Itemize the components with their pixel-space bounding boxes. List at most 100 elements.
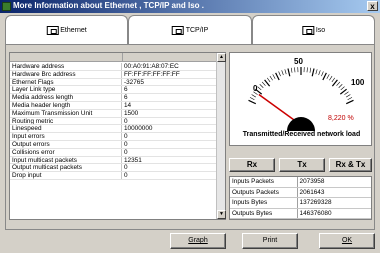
gauge-tick: [290, 67, 293, 73]
property-name: Linespeed: [10, 125, 122, 133]
table-row[interactable]: Maximum Transmission Unit 1500: [10, 109, 217, 118]
ok-button[interactable]: OK: [319, 233, 375, 249]
gauge-tick: [257, 86, 262, 91]
property-value: 0: [124, 133, 128, 140]
table-row[interactable]: Drop input 0: [10, 172, 217, 180]
graph-button-label: Graph: [188, 237, 208, 244]
property-value: 6: [124, 86, 128, 94]
property-name: Output multicast packets: [10, 164, 122, 172]
property-value: 0: [124, 140, 128, 148]
gauge-tick: [344, 91, 349, 95]
network-card-icon: [301, 26, 314, 35]
gauge-tick: [281, 70, 284, 76]
gauge-value: 8,220 %: [328, 115, 354, 122]
table-row[interactable]: Hardware address 00:A0:91:A8:07:EC: [10, 63, 217, 71]
ethernet-properties-table[interactable]: Hardware address 00:A0:91:A8:07:EC Hardwar…: [9, 52, 226, 220]
close-button[interactable]: x: [367, 1, 378, 11]
property-name: Ethernet Flags: [10, 78, 122, 86]
app-icon: [2, 2, 11, 11]
gauge-tick: [266, 77, 271, 83]
gauge-caption: Transmitted/Received network load: [242, 131, 361, 138]
gauge-tick: [272, 74, 276, 79]
scroll-down-button[interactable]: ▼: [217, 210, 226, 219]
property-value: 0: [124, 117, 128, 125]
gauge-tick: [278, 71, 281, 77]
column-header-name[interactable]: [10, 53, 123, 62]
table-row[interactable]: Linespeed 10000000: [10, 125, 217, 134]
gauge-tick: [269, 75, 273, 81]
print-button[interactable]: Print: [242, 233, 298, 249]
table-row[interactable]: Hardware Brc address FF:FF:FF:FF:FF:FF: [10, 70, 217, 79]
gauge-hub: [287, 117, 315, 131]
property-name: Maximum Transmission Unit: [10, 109, 122, 117]
property-name: Hardware address: [10, 63, 122, 70]
gauge-tick: [329, 75, 333, 81]
property-name: Hardware Brc address: [10, 70, 122, 78]
table-scrollbar[interactable]: ▲ ▼: [216, 53, 226, 219]
property-name: Collisions error: [10, 148, 122, 156]
property-value: 1500: [124, 109, 139, 117]
table-row[interactable]: Output errors 0: [10, 140, 217, 149]
table-body: Hardware address 00:A0:91:A8:07:EC Hardwar…: [10, 63, 217, 180]
stat-label: Inputs Packets: [230, 177, 298, 187]
gauge-tick: [284, 69, 287, 75]
table-row[interactable]: Routing metric 0: [10, 117, 217, 126]
table-row[interactable]: Media header length 14: [10, 101, 217, 110]
property-name: Media header length: [10, 101, 122, 109]
property-name: Media address length: [10, 94, 122, 101]
gauge-tick: [259, 84, 264, 88]
packet-stats-table: Inputs Packets 2073958 Outputs Packets 2…: [229, 176, 372, 220]
ok-button-label: OK: [341, 237, 353, 244]
stat-label: Outputs Bytes: [230, 208, 298, 218]
gauge-tick: [321, 71, 324, 77]
stat-value: 2073958: [299, 178, 325, 185]
stat-value: 146376080: [299, 209, 332, 217]
graph-button[interactable]: Graph: [170, 233, 226, 249]
rx-button[interactable]: Rx: [229, 158, 275, 172]
column-header-value[interactable]: [123, 53, 217, 62]
tx-button[interactable]: Tx: [279, 158, 325, 172]
network-card-icon: [171, 26, 184, 35]
stat-value: 137269328: [299, 199, 332, 206]
property-value: 14: [124, 101, 132, 109]
gauge-tick: [315, 69, 318, 75]
gauge-tick: [248, 99, 257, 105]
tab-iso[interactable]: Iso: [252, 15, 375, 45]
stat-label: Outputs Packets: [230, 187, 298, 197]
gauge-tick: [294, 67, 296, 73]
title-bar: More Information about Ethernet , TCP/IP…: [0, 0, 380, 13]
tab-ethernet-label: Ethernet: [60, 27, 87, 34]
gauge-label-min: 0: [253, 84, 258, 93]
property-value: 00:A0:91:A8:07:EC: [124, 63, 179, 70]
gauge-tick: [322, 72, 327, 81]
tab-tcpip[interactable]: TCP/IP: [128, 15, 252, 45]
tab-iso-label: Iso: [315, 27, 326, 34]
table-row[interactable]: Output multicast packets 0: [10, 164, 217, 173]
stat-label: Inputs Bytes: [230, 198, 298, 208]
gauge-tick: [261, 81, 266, 86]
table-row[interactable]: Layer Link type 6: [10, 86, 217, 95]
property-value: -32765: [124, 78, 144, 86]
gauge-tick: [340, 86, 345, 91]
table-row[interactable]: Media address length 6: [10, 94, 217, 102]
gauge-tick: [306, 67, 308, 73]
gauge-tick: [345, 94, 351, 98]
scroll-up-button[interactable]: ▲: [217, 53, 226, 62]
table-row[interactable]: Input errors 0: [10, 133, 217, 141]
rx-tx-button[interactable]: Rx & Tx: [329, 158, 372, 172]
table-row[interactable]: Ethernet Flags -32765: [10, 78, 217, 87]
tab-ethernet[interactable]: Ethernet: [5, 15, 128, 45]
property-name: Drop input: [10, 172, 122, 179]
property-name: Layer Link type: [10, 86, 122, 94]
info-window: More Information about Ethernet , TCP/IP…: [0, 0, 380, 253]
stat-row: Outputs Bytes 146376080: [230, 208, 371, 219]
property-value: 10000000: [124, 125, 153, 133]
property-value: 0: [124, 164, 128, 172]
gauge-tick: [309, 67, 312, 73]
property-value: FF:FF:FF:FF:FF:FF: [124, 70, 180, 78]
table-row[interactable]: Collisions error 0: [10, 148, 217, 157]
table-row[interactable]: Input multicast packets 12351: [10, 156, 217, 165]
property-value: 0: [124, 172, 128, 179]
network-load-gauge: 0 50 100 8,220 % Transmitted/Received ne…: [229, 52, 372, 146]
network-card-icon: [46, 26, 59, 35]
